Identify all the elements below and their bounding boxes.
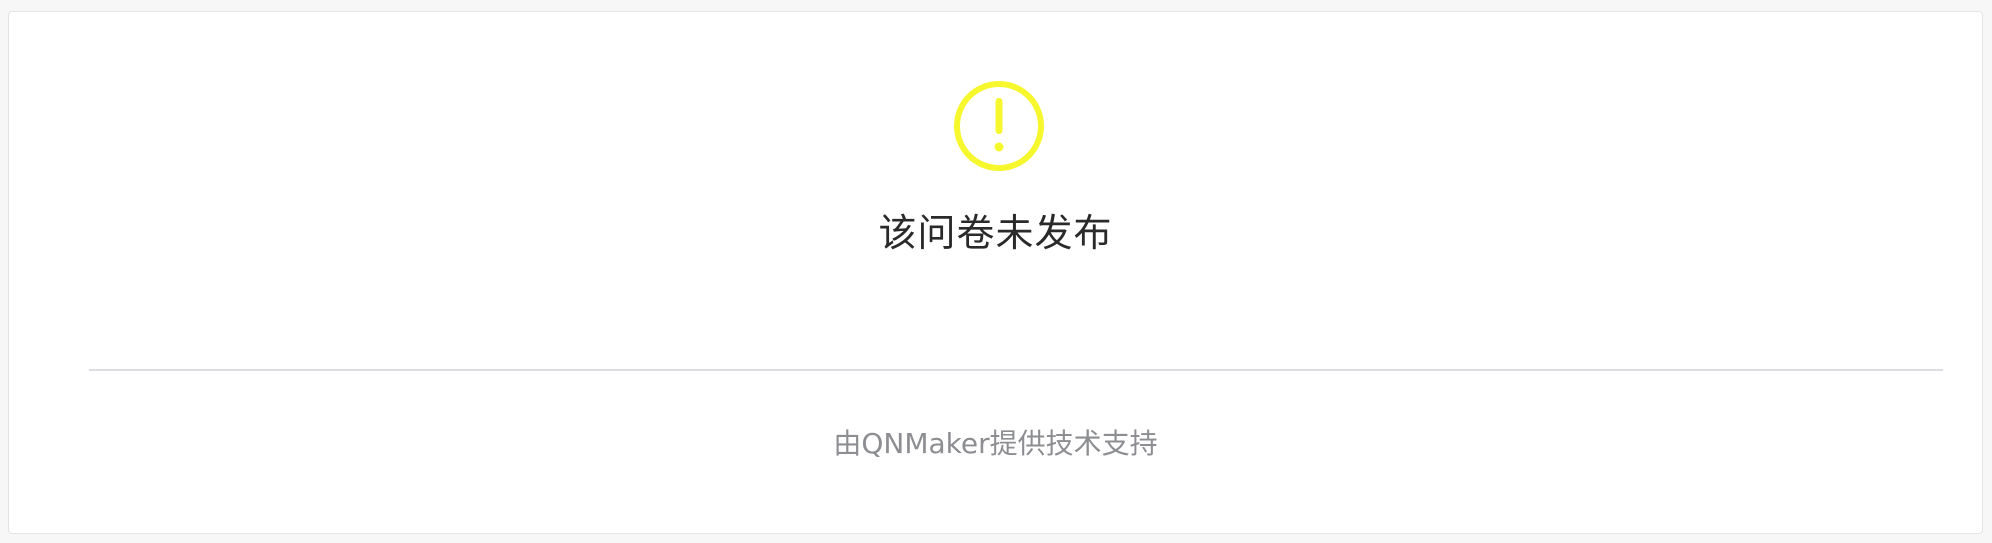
unpublished-message: 该问卷未发布	[878, 211, 1113, 255]
status-card: 该问卷未发布 由QNMaker提供技术支持	[8, 11, 1983, 534]
powered-by-footer: 由QNMaker提供技术支持	[833, 427, 1158, 460]
divider	[89, 369, 1943, 371]
exclamation-circle-icon	[952, 79, 1046, 173]
